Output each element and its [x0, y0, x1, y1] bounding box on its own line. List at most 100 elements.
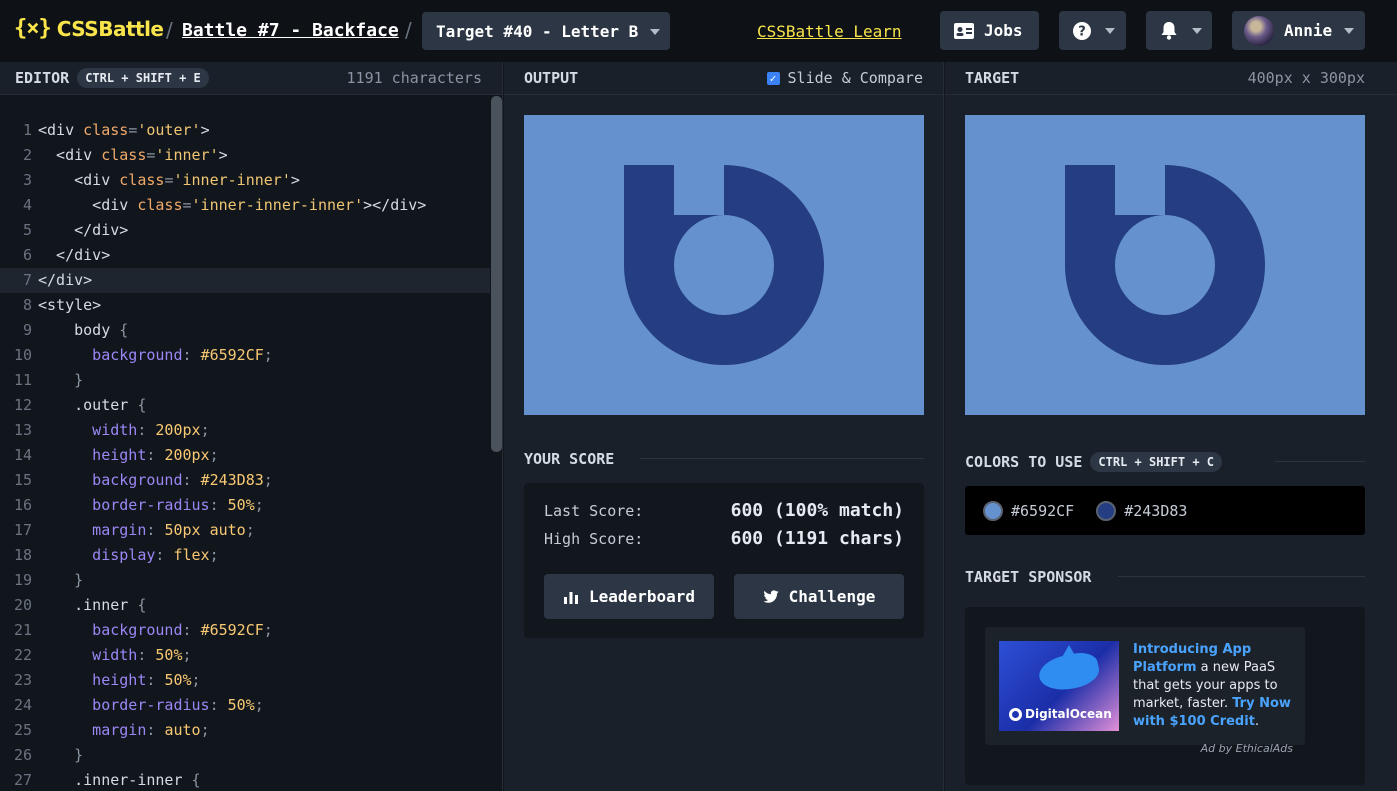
user-menu-button[interactable]: Annie — [1232, 11, 1365, 50]
chevron-down-icon — [650, 29, 660, 35]
color-hex: #243D83 — [1124, 501, 1188, 520]
code-editor[interactable]: 1 <div class='outer'> 2 <div class='inner'… — [0, 118, 490, 791]
challenge-button[interactable]: Challenge — [734, 574, 904, 619]
leaderboard-button[interactable]: Leaderboard — [544, 574, 714, 619]
jobs-button[interactable]: Jobs — [940, 11, 1039, 50]
sponsor-section-title: TARGET SPONSOR — [965, 568, 1092, 586]
code-text: margin: 50px auto; — [32, 518, 255, 543]
line-number: 26 — [13, 746, 32, 764]
code-line[interactable]: 19 } — [0, 568, 490, 593]
line-number: 7 — [22, 271, 32, 289]
slide-compare-toggle[interactable]: ✓ Slide & Compare — [766, 69, 923, 87]
code-text: height: 50%; — [32, 668, 200, 693]
code-line[interactable]: 24 border-radius: 50%; — [0, 693, 490, 718]
target-select[interactable]: Target #40 - Letter B — [422, 12, 670, 50]
ad-image[interactable]: DigitalOcean — [999, 641, 1119, 731]
code-text: } — [32, 368, 83, 393]
code-line[interactable]: 18 display: flex; — [0, 543, 490, 568]
line-number: 14 — [13, 446, 32, 464]
code-line[interactable]: 7 </div> — [0, 268, 490, 293]
slide-compare-checkbox[interactable]: ✓ — [766, 71, 780, 85]
code-token: margin — [38, 721, 147, 739]
code-line[interactable]: 14 height: 200px; — [0, 443, 490, 468]
character-count: 1191 characters — [346, 69, 482, 87]
code-line[interactable]: 15 background: #243D83; — [0, 468, 490, 493]
line-number: 8 — [22, 296, 32, 314]
code-line[interactable]: 8 <style> — [0, 293, 490, 318]
code-line[interactable]: 23 height: 50%; — [0, 668, 490, 693]
code-token: class — [101, 146, 147, 164]
code-token: } — [38, 571, 84, 589]
code-line[interactable]: 1 <div class='outer'> — [0, 118, 490, 143]
code-line[interactable]: 21 background: #6592CF; — [0, 618, 490, 643]
battle-link[interactable]: Battle #7 - Backface — [182, 20, 399, 41]
line-number: 19 — [13, 571, 32, 589]
code-line[interactable]: 9 body { — [0, 318, 490, 343]
line-number: 2 — [22, 146, 32, 164]
code-line[interactable]: 11 } — [0, 368, 490, 393]
help-button[interactable]: ? — [1059, 11, 1126, 50]
line-number: 10 — [13, 346, 32, 364]
code-line[interactable]: 10 background: #6592CF; — [0, 343, 490, 368]
colors-title: COLORS TO USE — [965, 453, 1083, 471]
ad-text[interactable]: Introducing App Platform a new PaaS that… — [1133, 641, 1295, 731]
target-canvas[interactable] — [965, 115, 1365, 415]
output-shape-gap — [674, 165, 724, 215]
color-swatch[interactable]: #243D83 — [1096, 500, 1188, 521]
ad-attribution[interactable]: Ad by EthicalAds — [1201, 742, 1293, 755]
learn-link[interactable]: CSSBattle Learn — [757, 22, 902, 41]
output-shape-hole — [674, 215, 774, 315]
code-line[interactable]: 22 width: 50%; — [0, 643, 490, 668]
code-text: <div class='outer'> — [32, 118, 210, 143]
line-number: 27 — [13, 771, 32, 789]
code-line[interactable]: 27 .inner-inner { — [0, 768, 490, 791]
code-line[interactable]: 2 <div class='inner'> — [0, 143, 490, 168]
code-token: .inner-inner — [38, 771, 192, 789]
target-select-label: Target #40 - Letter B — [436, 21, 639, 41]
code-line[interactable]: 12 .outer { — [0, 393, 490, 418]
target-panel: TARGET 400px x 300px COLORS TO USE CTRL … — [945, 62, 1397, 791]
code-token: margin — [38, 521, 147, 539]
code-token: #6592CF — [200, 621, 264, 639]
code-line[interactable]: 17 margin: 50px auto; — [0, 518, 490, 543]
code-token: flex — [173, 546, 210, 564]
code-token: ></div> — [363, 196, 427, 214]
output-canvas[interactable] — [524, 115, 924, 415]
chevron-down-icon — [1105, 28, 1115, 34]
code-token: > — [200, 121, 210, 139]
code-token: ; — [263, 471, 273, 489]
code-line[interactable]: 5 </div> — [0, 218, 490, 243]
code-token: : — [209, 696, 228, 714]
logo-text: CSSBattle — [56, 16, 164, 41]
sponsor-card: DigitalOcean Introducing App Platform a … — [965, 607, 1365, 785]
code-token: = — [182, 196, 192, 214]
code-line[interactable]: 13 width: 200px; — [0, 418, 490, 443]
notifications-button[interactable] — [1146, 11, 1212, 50]
editor-title: EDITOR — [15, 69, 70, 87]
output-shape-ring — [624, 165, 824, 365]
line-number: 1 — [22, 121, 32, 139]
code-line[interactable]: 6 </div> — [0, 243, 490, 268]
code-token: ; — [200, 721, 210, 739]
code-line[interactable]: 20 .inner { — [0, 593, 490, 618]
sponsor-ad[interactable]: DigitalOcean Introducing App Platform a … — [985, 627, 1305, 745]
code-line[interactable]: 3 <div class='inner-inner'> — [0, 168, 490, 193]
last-score-value: 600 (100% match) — [730, 500, 904, 521]
code-token: : — [146, 671, 165, 689]
editor-scrollbar[interactable] — [491, 96, 502, 452]
code-line[interactable]: 25 margin: auto; — [0, 718, 490, 743]
code-text: .inner-inner { — [32, 768, 200, 791]
code-token: 'inner-inner-inner' — [191, 196, 364, 214]
code-token: <div — [38, 196, 138, 214]
color-swatch[interactable]: #6592CF — [983, 500, 1075, 521]
color-hex: #6592CF — [1011, 501, 1075, 520]
editor-panel: EDITOR CTRL + SHIFT + E 1191 characters … — [0, 62, 503, 791]
code-token: ; — [182, 646, 192, 664]
cssbattle-logo[interactable]: {⨯} CSSBattle — [14, 16, 164, 41]
code-text: width: 200px; — [32, 418, 209, 443]
code-line[interactable]: 16 border-radius: 50%; — [0, 493, 490, 518]
code-line[interactable]: 26 } — [0, 743, 490, 768]
code-token: : — [146, 446, 165, 464]
code-token: 'outer' — [137, 121, 201, 139]
code-line[interactable]: 4 <div class='inner-inner-inner'></div> — [0, 193, 490, 218]
